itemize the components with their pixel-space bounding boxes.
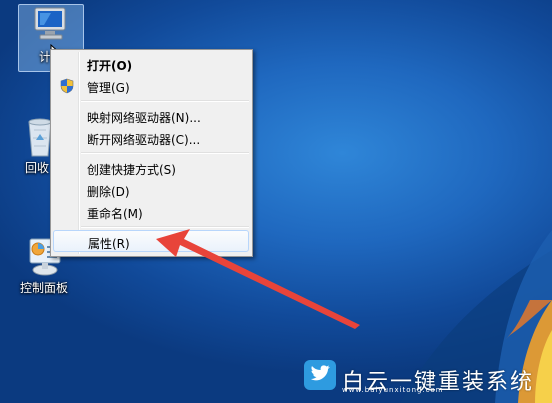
menu-separator [81, 152, 249, 154]
red-pointer-arrow-icon [156, 229, 360, 329]
menu-item-open[interactable]: 打开(O) [53, 53, 249, 75]
menu-item-rename[interactable]: 重命名(M) [53, 201, 249, 223]
menu-item-map-network-drive[interactable]: 映射网络驱动器(N)... [53, 105, 249, 127]
watermark: 白云一键重装系统 www.baiyunxitong.com [300, 358, 550, 395]
menu-item-open-label: 打开(O) [87, 59, 133, 73]
desktop-icon-control-panel-label: 控制面板 [19, 281, 68, 295]
menu-item-delete-label: 删除(D) [87, 185, 130, 199]
watermark-url: www.baiyunxitong.com [342, 386, 444, 394]
menu-item-delete[interactable]: 删除(D) [53, 179, 249, 201]
computer-icon [31, 5, 71, 45]
twitter-bird-logo-icon [304, 360, 336, 390]
menu-item-manage-label: 管理(G) [87, 81, 130, 95]
menu-separator [81, 100, 249, 102]
menu-item-create-shortcut-label: 创建快捷方式(S) [87, 163, 176, 177]
desktop[interactable]: 计算 回收 [0, 0, 552, 403]
menu-item-properties-label: 属性(R) [88, 237, 130, 251]
menu-item-disconnect-network-drive-label: 断开网络驱动器(C)... [87, 133, 201, 147]
menu-item-rename-label: 重命名(M) [87, 207, 143, 221]
uac-shield-icon [60, 78, 74, 94]
menu-item-disconnect-network-drive[interactable]: 断开网络驱动器(C)... [53, 127, 249, 149]
menu-item-map-network-drive-label: 映射网络驱动器(N)... [87, 111, 201, 125]
menu-item-manage[interactable]: 管理(G) [53, 75, 249, 97]
menu-item-create-shortcut[interactable]: 创建快捷方式(S) [53, 157, 249, 179]
